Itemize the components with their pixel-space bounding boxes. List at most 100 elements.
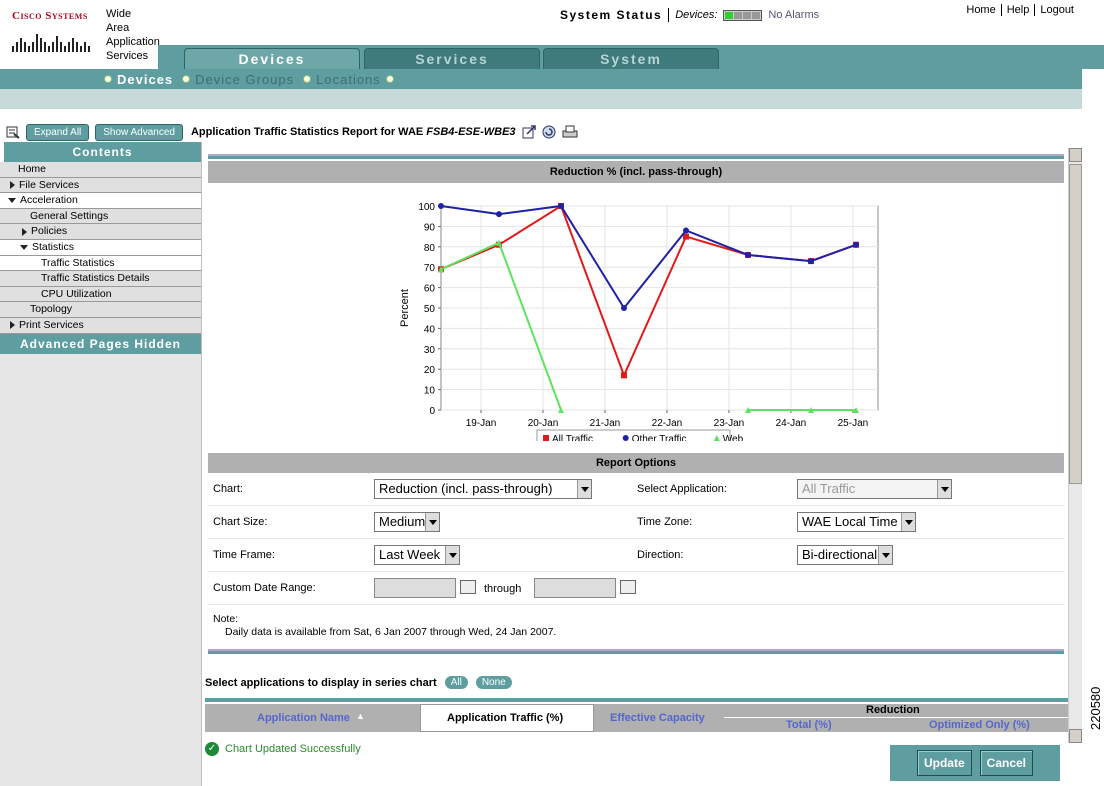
bullet-icon bbox=[304, 76, 311, 82]
product-name-line: Area bbox=[106, 22, 130, 34]
sidebar-item-general-settings[interactable]: General Settings bbox=[0, 208, 201, 225]
update-button[interactable]: Update bbox=[916, 750, 972, 776]
tab-services[interactable]: Services bbox=[364, 48, 540, 70]
sidebar-item-statistics[interactable]: Statistics bbox=[0, 239, 201, 256]
subnav-device-groups[interactable]: Device Groups bbox=[183, 72, 294, 87]
sidebar-item-label: File Services bbox=[19, 178, 80, 191]
calendar-icon[interactable] bbox=[460, 580, 476, 594]
calendar-icon[interactable] bbox=[620, 580, 636, 594]
data-point bbox=[621, 372, 627, 379]
sidebar-header: Contents bbox=[0, 142, 201, 162]
through-label: through bbox=[484, 583, 522, 595]
advanced-pages-hidden[interactable]: Advanced Pages Hidden bbox=[0, 333, 201, 354]
scroll-down-arrow-icon[interactable] bbox=[1069, 729, 1082, 743]
scroll-up-arrow-icon[interactable] bbox=[1069, 148, 1082, 162]
check-icon: ✓ bbox=[205, 742, 219, 756]
chart-select[interactable]: Reduction (incl. pass-through) bbox=[374, 479, 592, 499]
taskbar-icon[interactable] bbox=[6, 125, 20, 139]
report-title-prefix: Application Traffic Statistics Report fo… bbox=[190, 126, 427, 138]
sidebar-item-topology[interactable]: Topology bbox=[0, 302, 201, 318]
subnav-locations[interactable]: Locations bbox=[304, 72, 393, 87]
sidebar-item-label: CPU Utilization bbox=[41, 287, 112, 300]
option-row: Custom Date Range: through bbox=[208, 572, 1064, 605]
system-status-label[interactable]: System Status bbox=[560, 8, 662, 22]
scroll-thumb[interactable] bbox=[1069, 164, 1082, 484]
end-date-field[interactable] bbox=[534, 578, 616, 598]
start-date-field[interactable] bbox=[374, 578, 456, 598]
subnav-label: Device Groups bbox=[195, 71, 295, 87]
help-link[interactable]: Help bbox=[1007, 4, 1030, 16]
note-label: Note: bbox=[213, 613, 239, 625]
subnav-label: Locations bbox=[316, 71, 381, 87]
time-frame-select[interactable]: Last Week bbox=[374, 545, 460, 565]
alarms-status[interactable]: No Alarms bbox=[768, 9, 819, 21]
subnav-devices[interactable]: Devices bbox=[105, 72, 173, 87]
y-tick-label: 40 bbox=[424, 324, 436, 335]
tab-system[interactable]: System bbox=[543, 48, 719, 70]
dropdown-arrow-icon bbox=[901, 513, 915, 531]
report-device-name: FSB4-ESE-WBE3 bbox=[426, 126, 516, 138]
sidebar-item-traffic-statistics[interactable]: Traffic Statistics bbox=[0, 255, 201, 272]
sidebar-item-cpu-utilization[interactable]: CPU Utilization bbox=[0, 286, 201, 303]
toolbar: Expand All Show Advanced Application Tra… bbox=[0, 120, 1082, 144]
refresh-icon[interactable] bbox=[542, 125, 556, 139]
home-link[interactable]: Home bbox=[966, 4, 995, 16]
sort-ascending-icon[interactable]: ▲ bbox=[356, 711, 365, 721]
chart-size-label: Chart Size: bbox=[213, 516, 268, 528]
figure-number: 220580 bbox=[1088, 686, 1103, 730]
chart-title: Reduction % (incl. pass-through) bbox=[208, 161, 1064, 183]
data-point bbox=[853, 241, 859, 248]
sidebar-item-home[interactable]: Home bbox=[0, 162, 201, 178]
x-tick-label: 19-Jan bbox=[466, 418, 497, 429]
data-point bbox=[496, 211, 502, 218]
sidebar-item-file-services[interactable]: File Services bbox=[0, 177, 201, 194]
col-effective-capacity[interactable]: Effective Capacity bbox=[610, 712, 705, 724]
logout-link[interactable]: Logout bbox=[1040, 4, 1074, 16]
direction-select[interactable]: Bi-directional bbox=[797, 545, 893, 565]
col-reduction-optimized[interactable]: Optimized Only (%) bbox=[929, 719, 1030, 731]
dropdown-arrow-icon bbox=[937, 480, 951, 498]
show-advanced-button[interactable]: Show Advanced bbox=[95, 123, 183, 141]
chart-size-select[interactable]: Medium bbox=[374, 512, 440, 532]
chart-area: 0 10 20 30 40 50 60 70 80 90 100 19-Jan 20-Jan 21-Jan… bbox=[208, 183, 1064, 448]
select-value: Reduction (incl. pass-through) bbox=[379, 481, 553, 496]
sidebar-item-print-services[interactable]: Print Services bbox=[0, 317, 201, 334]
collapse-arrow-icon bbox=[8, 197, 16, 203]
tab-devices[interactable]: Devices bbox=[184, 48, 360, 70]
subnav-band bbox=[0, 89, 1082, 109]
sidebar-item-acceleration[interactable]: Acceleration bbox=[0, 193, 201, 209]
select-value: Last Week bbox=[379, 547, 441, 562]
divider bbox=[668, 8, 670, 22]
sidebar-item-policies[interactable]: Policies bbox=[0, 224, 201, 240]
series-selection: Select applications to display in series… bbox=[205, 676, 512, 689]
sub-navigation: Devices Device Groups Locations bbox=[0, 69, 1082, 89]
col-application-name[interactable]: Application Name bbox=[257, 712, 350, 724]
sidebar-item-label: Home bbox=[18, 163, 47, 175]
select-application-dropdown[interactable]: All Traffic bbox=[797, 479, 952, 499]
vertical-scrollbar[interactable] bbox=[1068, 148, 1082, 743]
status-bar: ✓ Chart Updated Successfully bbox=[205, 742, 361, 756]
dropdown-arrow-icon bbox=[878, 546, 892, 564]
col-reduction-total[interactable]: Total (%) bbox=[786, 719, 832, 731]
device-status-lights-icon bbox=[723, 9, 763, 21]
cancel-button[interactable]: Cancel bbox=[979, 750, 1034, 776]
select-none-button[interactable]: None bbox=[475, 676, 512, 689]
data-point bbox=[438, 203, 444, 209]
y-axis-label: Percent bbox=[399, 289, 411, 327]
bullet-icon bbox=[183, 76, 190, 82]
export-icon[interactable] bbox=[522, 125, 536, 139]
direction-label: Direction: bbox=[637, 549, 684, 561]
sidebar-item-traffic-statistics-details[interactable]: Traffic Statistics Details bbox=[0, 271, 201, 287]
print-icon[interactable] bbox=[562, 125, 578, 139]
time-zone-select[interactable]: WAE Local Time bbox=[797, 512, 916, 532]
product-name-line: Wide bbox=[106, 8, 132, 20]
legend-marker bbox=[543, 435, 549, 441]
status-message: Chart Updated Successfully bbox=[225, 743, 361, 755]
divider bbox=[208, 649, 1064, 654]
y-tick-label: 30 bbox=[424, 345, 436, 356]
select-all-button[interactable]: All bbox=[444, 676, 468, 689]
col-application-traffic[interactable]: Application Traffic (%) bbox=[447, 712, 563, 724]
note: Note: Daily data is available from Sat, … bbox=[208, 605, 1064, 649]
expand-all-button[interactable]: Expand All bbox=[26, 123, 90, 141]
sidebar-item-label: Acceleration bbox=[20, 194, 78, 207]
